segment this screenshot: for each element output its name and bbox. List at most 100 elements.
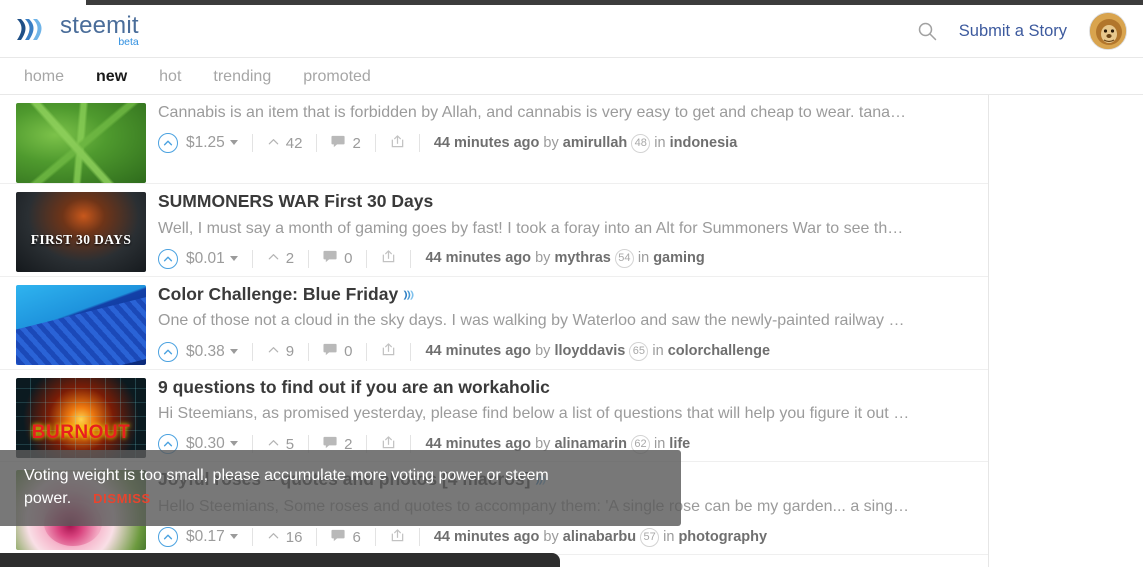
post-author[interactable]: lloyddavis (554, 343, 625, 359)
submit-story-link[interactable]: Submit a Story (959, 22, 1067, 41)
votes-group[interactable]: 16 (267, 528, 303, 546)
chevron-up-icon (267, 135, 280, 152)
stats-divider (410, 342, 412, 361)
post-body: Color Challenge: Blue Friday One of those… (158, 277, 974, 369)
nav-item-home[interactable]: home (8, 68, 80, 86)
share-icon (390, 528, 405, 547)
post-category[interactable]: indonesia (670, 135, 738, 151)
post-stats-row: $0.01 2 0 44 minutes ago by mythras 54 in gam… (158, 242, 974, 276)
stats-divider (316, 528, 318, 547)
post-title-link[interactable]: 9 questions to find out if you are an wo… (158, 376, 974, 400)
share-button[interactable] (390, 528, 405, 547)
payout-value[interactable]: $0.01 (186, 250, 238, 268)
by-label: by (535, 250, 551, 267)
post-summary[interactable]: Hi Steemians, as promised yesterday, ple… (158, 402, 958, 425)
author-reputation-badge: 48 (631, 133, 651, 153)
post-row: FIRST 30 DAYS SUMMONERS WAR First 30 Days… (0, 184, 988, 277)
post-author[interactable]: mythras (554, 250, 610, 266)
chevron-up-icon (267, 250, 280, 267)
post-age[interactable]: 44 minutes ago (425, 250, 531, 266)
comment-count: 0 (344, 250, 353, 268)
upvote-button[interactable] (158, 248, 178, 269)
share-button[interactable] (381, 249, 396, 268)
post-age[interactable]: 44 minutes ago (434, 529, 540, 545)
thumbnail-caption: FIRST 30 DAYS (30, 232, 132, 247)
nav-item-promoted[interactable]: promoted (287, 68, 387, 86)
post-meta: 44 minutes ago by alinabarbu 57 in photogr… (434, 527, 767, 547)
chevron-up-icon (267, 343, 280, 360)
votes-group[interactable]: 42 (267, 135, 302, 152)
post-category[interactable]: photography (678, 529, 767, 545)
post-title-text: Color Challenge: Blue Friday (158, 283, 399, 304)
comments-group[interactable]: 0 (323, 249, 352, 268)
thumbnail-caption: BURNOUT (31, 421, 131, 443)
vote-count: 16 (285, 528, 303, 546)
chevron-down-icon[interactable] (229, 534, 238, 540)
post-thumbnail[interactable]: BURNOUT (16, 377, 146, 458)
toast-dismiss-button[interactable]: DISMISS (93, 491, 151, 506)
comment-bubble-icon (323, 342, 338, 361)
payout-value[interactable]: $0.17 (186, 528, 238, 546)
post-thumbnail[interactable]: FIRST 30 DAYS (16, 192, 146, 272)
post-title-link[interactable]: SUMMONERS WAR First 30 Days (158, 190, 974, 214)
post-thumbnail[interactable] (16, 103, 146, 183)
post-meta: 44 minutes ago by lloyddavis 65 in colorch… (425, 342, 770, 362)
stats-divider (251, 342, 253, 361)
post-age[interactable]: 44 minutes ago (425, 343, 531, 359)
payout-value[interactable]: $0.38 (186, 343, 238, 361)
votes-group[interactable]: 2 (267, 250, 294, 267)
post-author[interactable]: amirullah (563, 135, 627, 151)
chevron-down-icon[interactable] (229, 441, 238, 447)
stats-divider (418, 528, 420, 547)
comment-count: 2 (352, 134, 361, 152)
post-summary[interactable]: Well, I must say a month of gaming goes … (158, 217, 958, 240)
nav-item-new[interactable]: new (80, 68, 143, 86)
avatar[interactable] (1089, 12, 1127, 50)
stats-divider (308, 249, 310, 268)
share-icon (381, 249, 396, 268)
comments-group[interactable]: 6 (331, 528, 361, 547)
nav-item-hot[interactable]: hot (143, 68, 197, 86)
upvote-button[interactable] (158, 133, 178, 154)
post-summary[interactable]: Cannabis is an item that is forbidden by… (158, 101, 958, 124)
steem-logo-icon (12, 14, 46, 48)
comments-group[interactable]: 2 (331, 134, 361, 153)
nav-item-trending[interactable]: trending (197, 68, 287, 86)
post-author[interactable]: alinabarbu (563, 529, 636, 545)
post-stats-row: $0.38 9 0 44 minutes ago by lloyddavis 65 in … (158, 335, 974, 369)
post-summary[interactable]: One of those not a cloud in the sky days… (158, 309, 958, 332)
share-button[interactable] (381, 342, 396, 361)
comment-count: 6 (352, 528, 361, 546)
post-body: 9 questions to find out if you are an wo… (158, 370, 974, 462)
post-age[interactable]: 44 minutes ago (434, 135, 540, 151)
share-button[interactable] (390, 134, 405, 153)
post-title-text: 9 questions to find out if you are an wo… (158, 376, 550, 397)
post-category[interactable]: colorchallenge (668, 343, 770, 359)
comments-group[interactable]: 0 (323, 342, 352, 361)
payout-amount: $0.38 (186, 342, 225, 360)
post-title-link[interactable]: Color Challenge: Blue Friday (158, 283, 974, 307)
stats-divider (366, 342, 368, 361)
stats-divider (316, 134, 318, 153)
brand-text: steemit beta (60, 14, 139, 48)
upvote-button[interactable] (158, 341, 178, 362)
payout-value[interactable]: $1.25 (186, 134, 238, 152)
votes-group[interactable]: 9 (267, 343, 294, 360)
post-thumbnail[interactable] (16, 284, 146, 365)
steem-badge-icon (398, 284, 415, 304)
stats-divider (410, 249, 412, 268)
chevron-down-icon[interactable] (229, 255, 238, 261)
post-row: Color Challenge: Blue Friday One of those… (0, 277, 988, 370)
brand-home-link[interactable]: steemit beta (12, 14, 139, 48)
post-category[interactable]: gaming (653, 250, 705, 266)
stats-divider (366, 249, 368, 268)
post-meta: 44 minutes ago by mythras 54 in gaming (425, 249, 705, 269)
search-icon[interactable] (917, 21, 937, 41)
comment-bubble-icon (331, 528, 346, 547)
upvote-button[interactable] (158, 527, 178, 548)
author-reputation-badge: 54 (614, 249, 634, 269)
comment-bubble-icon (331, 134, 346, 153)
chevron-down-icon[interactable] (229, 140, 238, 146)
chevron-down-icon[interactable] (229, 348, 238, 354)
post-title-text: SUMMONERS WAR First 30 Days (158, 191, 434, 211)
